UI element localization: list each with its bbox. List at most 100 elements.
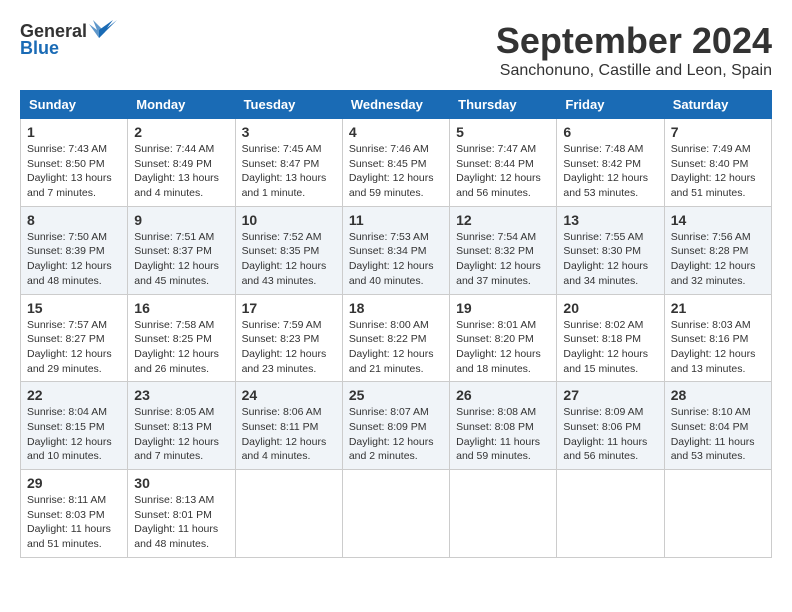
col-saturday: Saturday [664,91,771,119]
day-number: 2 [134,124,228,140]
day-info: Sunrise: 7:47 AM Sunset: 8:44 PM Dayligh… [456,142,550,201]
day-number: 28 [671,387,765,403]
calendar-cell: 6 Sunrise: 7:48 AM Sunset: 8:42 PM Daylig… [557,119,664,207]
col-sunday: Sunday [21,91,128,119]
day-number: 6 [563,124,657,140]
calendar-title-section: September 2024 Sanchonuno, Castille and … [496,20,772,80]
day-info: Sunrise: 7:53 AM Sunset: 8:34 PM Dayligh… [349,230,443,289]
day-number: 15 [27,300,121,316]
day-number: 16 [134,300,228,316]
day-info: Sunrise: 7:55 AM Sunset: 8:30 PM Dayligh… [563,230,657,289]
day-number: 30 [134,475,228,491]
calendar-cell: 8 Sunrise: 7:50 AM Sunset: 8:39 PM Daylig… [21,206,128,294]
day-info: Sunrise: 7:43 AM Sunset: 8:50 PM Dayligh… [27,142,121,201]
page-header: General Blue September 2024 Sanchonuno, … [20,20,772,80]
calendar-cell: 28 Sunrise: 8:10 AM Sunset: 8:04 PM Dayli… [664,382,771,470]
calendar-cell: 12 Sunrise: 7:54 AM Sunset: 8:32 PM Dayli… [450,206,557,294]
calendar-cell: 7 Sunrise: 7:49 AM Sunset: 8:40 PM Daylig… [664,119,771,207]
calendar-cell: 16 Sunrise: 7:58 AM Sunset: 8:25 PM Dayli… [128,294,235,382]
day-number: 26 [456,387,550,403]
calendar-cell [664,470,771,558]
day-info: Sunrise: 8:09 AM Sunset: 8:06 PM Dayligh… [563,405,657,464]
day-number: 27 [563,387,657,403]
calendar-cell: 18Sunrise: 8:00 AM Sunset: 8:22 PM Dayli… [342,294,449,382]
day-info: Sunrise: 8:11 AM Sunset: 8:03 PM Dayligh… [27,493,121,552]
col-wednesday: Wednesday [342,91,449,119]
calendar-cell: 30 Sunrise: 8:13 AM Sunset: 8:01 PM Dayli… [128,470,235,558]
day-info: Sunrise: 7:52 AM Sunset: 8:35 PM Dayligh… [242,230,336,289]
day-number: 3 [242,124,336,140]
day-number: 1 [27,124,121,140]
day-info: Sunrise: 7:54 AM Sunset: 8:32 PM Dayligh… [456,230,550,289]
calendar-table: Sunday Monday Tuesday Wednesday Thursday… [20,90,772,558]
day-number: 22 [27,387,121,403]
day-info: Sunrise: 7:51 AM Sunset: 8:37 PM Dayligh… [134,230,228,289]
calendar-cell: 29 Sunrise: 8:11 AM Sunset: 8:03 PM Dayli… [21,470,128,558]
logo-blue-text: Blue [20,38,59,59]
logo-bird-icon [89,20,117,42]
day-info: Sunrise: 8:03 AM Sunset: 8:16 PM Dayligh… [671,318,765,377]
day-number: 8 [27,212,121,228]
day-info: Sunrise: 8:13 AM Sunset: 8:01 PM Dayligh… [134,493,228,552]
day-info: Sunrise: 7:56 AM Sunset: 8:28 PM Dayligh… [671,230,765,289]
day-number: 11 [349,212,443,228]
day-number: 5 [456,124,550,140]
week-row-5: 29 Sunrise: 8:11 AM Sunset: 8:03 PM Dayli… [21,470,772,558]
day-number: 20 [563,300,657,316]
day-info: Sunrise: 7:46 AM Sunset: 8:45 PM Dayligh… [349,142,443,201]
day-info: Sunrise: 7:57 AM Sunset: 8:27 PM Dayligh… [27,318,121,377]
logo: General Blue [20,20,117,59]
col-monday: Monday [128,91,235,119]
day-info: Sunrise: 7:59 AM Sunset: 8:23 PM Dayligh… [242,318,336,377]
calendar-cell [235,470,342,558]
week-row-2: 8 Sunrise: 7:50 AM Sunset: 8:39 PM Daylig… [21,206,772,294]
week-row-4: 22 Sunrise: 8:04 AM Sunset: 8:15 PM Dayli… [21,382,772,470]
calendar-cell: 20 Sunrise: 8:02 AM Sunset: 8:18 PM Dayli… [557,294,664,382]
calendar-cell [342,470,449,558]
day-number: 7 [671,124,765,140]
day-info: Sunrise: 7:58 AM Sunset: 8:25 PM Dayligh… [134,318,228,377]
day-info: Sunrise: 7:49 AM Sunset: 8:40 PM Dayligh… [671,142,765,201]
day-number: 14 [671,212,765,228]
calendar-cell: 24Sunrise: 8:06 AM Sunset: 8:11 PM Dayli… [235,382,342,470]
calendar-cell: 27 Sunrise: 8:09 AM Sunset: 8:06 PM Dayli… [557,382,664,470]
day-number: 17 [242,300,336,316]
day-info: Sunrise: 8:05 AM Sunset: 8:13 PM Dayligh… [134,405,228,464]
calendar-cell: 19Sunrise: 8:01 AM Sunset: 8:20 PM Dayli… [450,294,557,382]
day-number: 25 [349,387,443,403]
day-number: 9 [134,212,228,228]
calendar-cell: 1 Sunrise: 7:43 AM Sunset: 8:50 PM Daylig… [21,119,128,207]
day-number: 13 [563,212,657,228]
calendar-header-row: Sunday Monday Tuesday Wednesday Thursday… [21,91,772,119]
calendar-cell: 15 Sunrise: 7:57 AM Sunset: 8:27 PM Dayli… [21,294,128,382]
location-title: Sanchonuno, Castille and Leon, Spain [496,62,772,80]
calendar-cell: 25Sunrise: 8:07 AM Sunset: 8:09 PM Dayli… [342,382,449,470]
day-info: Sunrise: 8:06 AM Sunset: 8:11 PM Dayligh… [242,405,336,464]
calendar-cell: 23Sunrise: 8:05 AM Sunset: 8:13 PM Dayli… [128,382,235,470]
month-title: September 2024 [496,20,772,62]
day-info: Sunrise: 8:08 AM Sunset: 8:08 PM Dayligh… [456,405,550,464]
day-number: 4 [349,124,443,140]
calendar-cell: 5 Sunrise: 7:47 AM Sunset: 8:44 PM Daylig… [450,119,557,207]
calendar-cell: 9 Sunrise: 7:51 AM Sunset: 8:37 PM Daylig… [128,206,235,294]
calendar-cell: 26 Sunrise: 8:08 AM Sunset: 8:08 PM Dayli… [450,382,557,470]
calendar-cell: 17 Sunrise: 7:59 AM Sunset: 8:23 PM Dayli… [235,294,342,382]
calendar-cell [557,470,664,558]
col-friday: Friday [557,91,664,119]
day-number: 12 [456,212,550,228]
day-info: Sunrise: 7:50 AM Sunset: 8:39 PM Dayligh… [27,230,121,289]
calendar-cell: 14 Sunrise: 7:56 AM Sunset: 8:28 PM Dayli… [664,206,771,294]
calendar-cell: 10 Sunrise: 7:52 AM Sunset: 8:35 PM Dayli… [235,206,342,294]
day-number: 10 [242,212,336,228]
calendar-cell: 11 Sunrise: 7:53 AM Sunset: 8:34 PM Dayli… [342,206,449,294]
day-info: Sunrise: 7:45 AM Sunset: 8:47 PM Dayligh… [242,142,336,201]
day-info: Sunrise: 8:02 AM Sunset: 8:18 PM Dayligh… [563,318,657,377]
day-info: Sunrise: 8:04 AM Sunset: 8:15 PM Dayligh… [27,405,121,464]
day-info: Sunrise: 7:48 AM Sunset: 8:42 PM Dayligh… [563,142,657,201]
day-info: Sunrise: 8:10 AM Sunset: 8:04 PM Dayligh… [671,405,765,464]
calendar-cell: 4 Sunrise: 7:46 AM Sunset: 8:45 PM Daylig… [342,119,449,207]
day-info: Sunrise: 8:01 AM Sunset: 8:20 PM Dayligh… [456,318,550,377]
day-number: 29 [27,475,121,491]
calendar-cell: 2Sunrise: 7:44 AM Sunset: 8:49 PM Daylig… [128,119,235,207]
calendar-cell [450,470,557,558]
